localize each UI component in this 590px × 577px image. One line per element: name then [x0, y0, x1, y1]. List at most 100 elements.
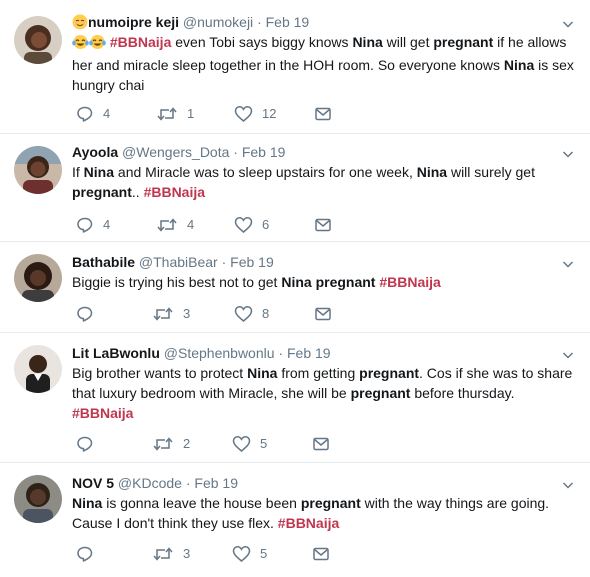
tweet-time[interactable]: Feb 19	[194, 475, 238, 491]
like-button[interactable]: 5	[232, 434, 267, 454]
retweet-button[interactable]: 3	[152, 304, 190, 324]
separator-dot: ·	[233, 144, 238, 160]
author-handle[interactable]: @Wengers_Dota	[122, 144, 229, 160]
highlighted-keyword: pregnant	[72, 184, 132, 200]
avatar[interactable]	[14, 345, 62, 393]
retweet-icon	[157, 107, 177, 121]
message-button[interactable]	[312, 434, 330, 454]
reply-icon	[77, 217, 93, 233]
tweet[interactable]: numoipre keji @numokeji · Feb 19 #BBNaij…	[0, 0, 590, 134]
author-name[interactable]: numoipre keji	[88, 14, 179, 30]
tweet[interactable]: Lit LaBwonlu @Stephenbwonlu · Feb 19 Big…	[0, 333, 590, 463]
reply-icon	[77, 546, 93, 562]
text-segment: is gonna leave the house been	[102, 495, 301, 511]
author-handle[interactable]: @ThabiBear	[139, 254, 218, 270]
envelope-icon	[313, 547, 329, 561]
author-handle[interactable]: @Stephenbwonlu	[164, 345, 275, 361]
retweet-count: 3	[183, 306, 191, 321]
tweet[interactable]: NOV 5 @KDcode · Feb 19 Nina is gonna lea…	[0, 463, 590, 577]
tweet-segments: Nina is gonna leave the house been pregn…	[72, 495, 549, 531]
author-name[interactable]: Lit LaBwonlu	[72, 345, 160, 361]
hashtag-link[interactable]: #BBNaija	[144, 184, 205, 200]
like-button[interactable]: 6	[234, 215, 269, 235]
chevron-down-icon[interactable]	[562, 148, 574, 160]
tweet-segments: Big brother wants to protect Nina from g…	[72, 365, 572, 421]
chevron-down-icon[interactable]	[562, 18, 574, 30]
separator-dot: ·	[185, 475, 191, 491]
tweet-header: numoipre keji @numokeji · Feb 19	[72, 12, 576, 32]
reply-button[interactable]: 4	[76, 215, 110, 235]
tweet-text: Biggie is trying his best not to get Nin…	[72, 272, 576, 292]
message-button[interactable]	[314, 215, 332, 235]
tweet[interactable]: Ayoola @Wengers_Dota · Feb 19 If Nina an…	[0, 134, 590, 242]
avatar[interactable]	[14, 16, 62, 64]
reply-button[interactable]	[76, 434, 94, 454]
envelope-icon	[315, 218, 331, 232]
hashtag-link[interactable]: #BBNaija	[72, 405, 133, 421]
separator-dot: ·	[221, 254, 227, 270]
tweet-time[interactable]: Feb 19	[266, 14, 310, 30]
author-handle[interactable]: @numokeji	[183, 14, 253, 30]
like-count: 5	[260, 546, 268, 561]
tweet-text: If Nina and Miracle was to sleep upstair…	[72, 162, 576, 202]
highlighted-keyword: Nina	[72, 495, 103, 511]
message-button[interactable]	[312, 544, 330, 564]
tweet[interactable]: Bathabile @ThabiBear · Feb 19 Biggie is …	[0, 242, 590, 333]
chevron-down-icon[interactable]	[562, 479, 574, 491]
like-button[interactable]: 8	[234, 304, 269, 324]
tweet-actions: 3 5	[72, 544, 532, 564]
retweet-button[interactable]: 2	[152, 434, 190, 454]
envelope-icon	[315, 107, 331, 121]
reply-icon	[77, 436, 93, 452]
hashtag-link[interactable]: #BBNaija	[110, 34, 171, 50]
hashtag-link[interactable]: #BBNaija	[379, 274, 440, 290]
chevron-down-icon[interactable]	[562, 258, 574, 270]
avatar[interactable]	[14, 475, 62, 523]
like-button[interactable]: 5	[232, 544, 267, 564]
hashtag-link[interactable]: #BBNaija	[278, 515, 339, 531]
text-segment: even Tobi says biggy knows	[171, 34, 353, 50]
like-button[interactable]: 12	[234, 104, 276, 124]
tweet-actions: 2 5	[72, 434, 532, 454]
highlighted-keyword: Nina	[352, 34, 383, 50]
reply-button[interactable]: 4	[76, 104, 110, 124]
tweet-text: Big brother wants to protect Nina from g…	[72, 363, 576, 423]
highlighted-keyword: Nina	[247, 365, 278, 381]
highlighted-keyword: pregnant	[359, 365, 420, 381]
like-count: 6	[262, 217, 270, 232]
chevron-down-icon[interactable]	[562, 349, 574, 361]
retweet-icon	[153, 547, 173, 561]
tweet-time[interactable]: Feb 19	[242, 144, 286, 160]
text-segment: and Miracle was to sleep upstairs for on…	[114, 164, 417, 180]
message-button[interactable]	[314, 104, 332, 124]
author-name[interactable]: Bathabile	[72, 254, 135, 270]
message-button[interactable]	[314, 304, 332, 324]
reply-icon	[77, 306, 93, 322]
author-name[interactable]: NOV 5	[72, 475, 114, 491]
text-segment: before thursday.	[410, 385, 515, 401]
tears-of-joy-icon	[89, 34, 106, 55]
separator-dot: ·	[257, 14, 262, 30]
avatar[interactable]	[14, 254, 62, 302]
reply-button[interactable]	[76, 304, 94, 324]
retweet-button[interactable]: 4	[156, 215, 194, 235]
author-name[interactable]: Ayoola	[72, 144, 118, 160]
tweet-segments: If Nina and Miracle was to sleep upstair…	[72, 164, 535, 200]
tweet-time[interactable]: Feb 19	[230, 254, 274, 270]
text-segment: from getting	[277, 365, 360, 381]
envelope-icon	[313, 437, 329, 451]
tweet-time[interactable]: Feb 19	[287, 345, 331, 361]
retweet-button[interactable]: 1	[156, 104, 194, 124]
author-handle[interactable]: @KDcode	[118, 475, 182, 491]
avatar[interactable]	[14, 146, 62, 194]
like-count: 8	[262, 306, 270, 321]
tweet-segments: #BBNaija even Tobi says biggy knows Nina…	[72, 34, 574, 93]
retweet-button[interactable]: 3	[152, 544, 190, 564]
highlighted-keyword: Nina	[503, 57, 535, 73]
retweet-count: 4	[187, 217, 195, 232]
reply-button[interactable]	[76, 544, 94, 564]
tweet-header: Ayoola @Wengers_Dota · Feb 19	[72, 142, 576, 162]
text-segment: ..	[131, 184, 144, 200]
text-segment: Big brother wants to protect	[72, 365, 248, 381]
text-segment: If	[72, 164, 84, 180]
